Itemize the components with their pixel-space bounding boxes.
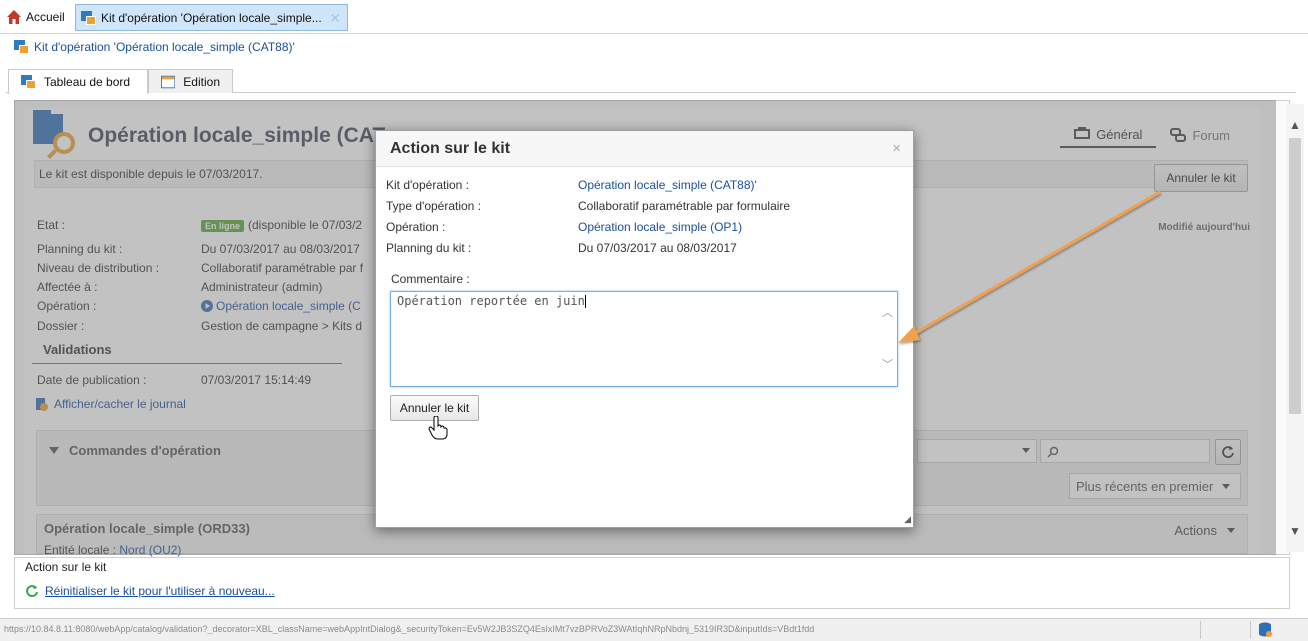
- resize-handle-icon[interactable]: ◢: [904, 514, 911, 525]
- dialog-row-link[interactable]: Opération locale_simple (OP1): [578, 220, 742, 234]
- operation-kit-icon: [81, 10, 96, 25]
- dialog-row-label: Kit d'opération :: [386, 178, 470, 192]
- dialog-row-value: Du 07/03/2017 au 08/03/2017: [578, 241, 737, 255]
- cancel-kit-dialog: Action sur le kit × Kit d'opération : Op…: [375, 130, 914, 528]
- dialog-header: Action sur le kit ×: [376, 131, 913, 167]
- dialog-row-value: Collaboratif paramétrable par formulaire: [578, 199, 791, 213]
- status-divider: [1250, 621, 1251, 639]
- status-bar: https://10.84.8.11:8080/webApp/catalog/v…: [0, 618, 1308, 641]
- document-tab[interactable]: Kit d'opération 'Opération locale_simple…: [75, 4, 348, 31]
- top-tab-bar: Accueil Kit d'opération 'Opération local…: [0, 0, 1308, 34]
- dialog-row-label: Planning du kit :: [386, 241, 472, 255]
- tab-edition[interactable]: Edition: [148, 69, 233, 93]
- tab-label: Tableau de bord: [44, 75, 131, 89]
- chevron-down-icon[interactable]: ﹀: [882, 356, 893, 372]
- dashboard-icon: [21, 75, 36, 89]
- scroll-up-icon[interactable]: ▲: [1288, 118, 1302, 132]
- document-tab-label: Kit d'opération 'Opération locale_simple…: [101, 10, 322, 25]
- reset-kit-link[interactable]: Réinitialiser le kit pour l'utiliser à n…: [25, 584, 275, 598]
- refresh-icon: [26, 585, 38, 598]
- scroll-thumb[interactable]: [1289, 138, 1301, 414]
- hand-cursor-icon: [428, 416, 448, 440]
- view-tabs: Tableau de bord Edition: [6, 69, 1296, 94]
- home-icon: [7, 10, 21, 24]
- comment-text: Opération reportée en juin: [397, 294, 585, 308]
- kit-action-section: Action sur le kit Réinitialiser le kit p…: [14, 557, 1290, 609]
- dialog-row-link[interactable]: Opération locale_simple (CAT88)': [578, 178, 757, 192]
- dialog-title: Action sur le kit: [390, 140, 511, 157]
- close-icon[interactable]: ×: [892, 140, 901, 157]
- close-tab-icon[interactable]: ✕: [329, 10, 341, 27]
- reset-kit-link-label[interactable]: Réinitialiser le kit pour l'utiliser à n…: [45, 584, 275, 598]
- app-window: Accueil Kit d'opération 'Opération local…: [0, 0, 1308, 641]
- comment-label: Commentaire :: [391, 272, 470, 286]
- breadcrumb: Kit d'opération 'Opération locale_simple…: [14, 40, 295, 54]
- text-caret: [584, 295, 586, 308]
- dialog-row-label: Type d'opération :: [386, 199, 482, 213]
- database-icon: [1259, 622, 1272, 637]
- scroll-down-icon[interactable]: ▼: [1288, 524, 1302, 538]
- home-tab[interactable]: Accueil: [6, 6, 65, 28]
- dialog-row-label: Opération :: [386, 220, 446, 234]
- kit-action-title: Action sur le kit: [25, 560, 107, 574]
- chevron-up-icon[interactable]: ︿: [882, 304, 893, 320]
- tab-tableau-de-bord[interactable]: Tableau de bord: [8, 69, 148, 94]
- status-url: https://10.84.8.11:8080/webApp/catalog/v…: [4, 624, 815, 634]
- operation-kit-icon: [14, 40, 29, 54]
- status-divider: [1200, 621, 1201, 639]
- tab-label: Edition: [183, 74, 220, 89]
- home-label: Accueil: [26, 10, 65, 24]
- breadcrumb-label[interactable]: Kit d'opération 'Opération locale_simple…: [34, 40, 295, 54]
- comment-textarea[interactable]: Opération reportée en juin ︿ ﹀: [390, 291, 898, 387]
- vertical-scrollbar[interactable]: ▲ ▼: [1286, 104, 1304, 552]
- form-icon: [161, 75, 176, 88]
